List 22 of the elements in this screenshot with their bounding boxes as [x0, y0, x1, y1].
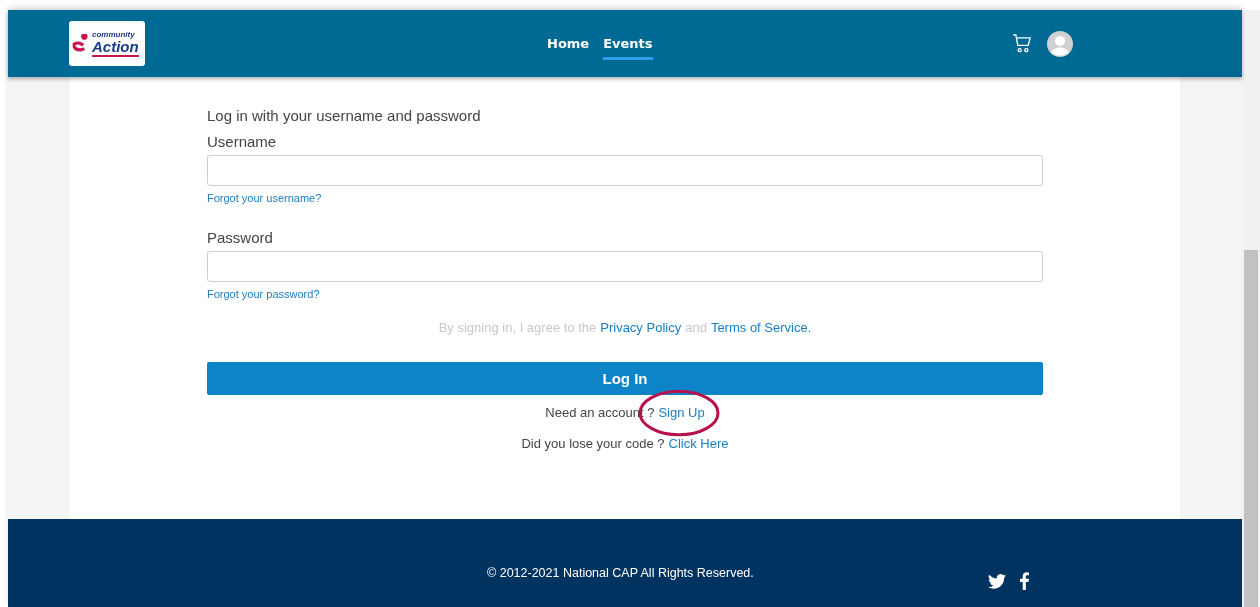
forgot-link[interactable]: Forgot your username?: [207, 192, 322, 204]
twitter-icon[interactable]: [988, 573, 1006, 589]
forgot-link[interactable]: Forgot your password?: [207, 288, 320, 300]
field-label: Password: [207, 229, 274, 246]
input-field[interactable]: [207, 155, 1043, 186]
nav-link[interactable]: Home: [547, 30, 590, 60]
field-label: Username: [207, 133, 278, 150]
avatar-icon[interactable]: [1047, 30, 1073, 57]
login-button[interactable]: Log In: [207, 362, 1043, 395]
click-here-link[interactable]: Click Here: [668, 436, 729, 451]
prompt-text: Did you lose your code ?: [521, 436, 665, 451]
copyright-text: © 2012-2021 National CAP All Rights Reserved.: [487, 566, 754, 580]
sign-up-link[interactable]: Sign Up: [658, 405, 705, 420]
nav-link[interactable]: Events: [603, 30, 653, 60]
terms-link[interactable]: Terms of Service.: [710, 320, 812, 335]
logo-drawing[interactable]: community Action: [69, 21, 145, 66]
scrollbar[interactable]: [1242, 10, 1260, 607]
form-heading: Log in with your username and password: [207, 107, 482, 124]
cart-icon[interactable]: [1012, 34, 1033, 53]
input-field[interactable]: [207, 251, 1043, 282]
facebook-icon[interactable]: [1020, 572, 1029, 590]
privacy-link[interactable]: Privacy Policy: [600, 320, 682, 335]
